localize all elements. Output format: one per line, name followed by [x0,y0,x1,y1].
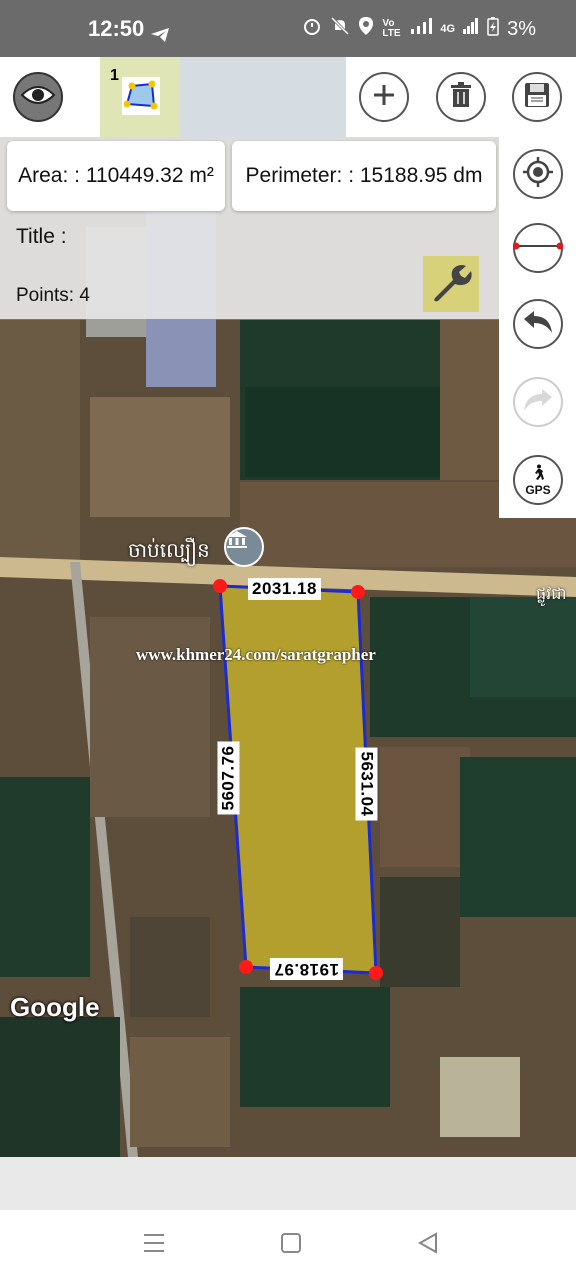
save-icon [524,82,550,113]
menu-nav-icon[interactable] [143,1232,165,1259]
landmark-pin-icon[interactable] [224,527,264,567]
add-icon [372,83,396,112]
wrench-icon [429,260,473,309]
title-field[interactable]: Title : [16,225,67,249]
redo-icon [522,387,554,418]
battery-icon [487,16,499,42]
gps-button[interactable]: GPS [513,455,563,505]
volte-icon: Vo LTE [382,18,401,39]
delete-button[interactable] [436,72,486,122]
save-button[interactable] [512,72,562,122]
settings-button[interactable] [423,256,479,312]
measurement-info-panel: Area: : 110449.32 m² Perimeter: : 15188.… [0,137,499,319]
road-name-label: ផ្លូវជា [536,586,567,603]
google-attribution: Google [10,992,100,1022]
points-count: Points: 4 [16,285,90,306]
vertex-marker [351,585,365,599]
system-nav-bar [0,1210,576,1280]
walking-person-icon [531,464,545,485]
perimeter-display: Perimeter: : 15188.95 dm [232,141,496,211]
place-name-label: ចាប់ល្បឿន [128,540,210,562]
home-nav-icon[interactable] [280,1232,302,1259]
vertex-marker [239,960,253,974]
undo-icon [522,309,554,340]
gps-label: GPS [525,482,551,497]
location-icon [358,16,374,42]
watermark-text: www.khmer24.com/saratgrapher [136,645,376,664]
battery-percent: 3% [507,17,536,40]
area-display: Area: : 110449.32 m² [7,141,225,211]
signal-icon-2 [463,17,479,41]
vertex-marker [213,579,227,593]
trash-icon [450,81,472,113]
edge-length-top: 2031.18 [248,578,321,600]
map-tools-panel: GPS [499,137,576,518]
signal-icon [410,17,433,41]
eye-icon [20,84,56,111]
alarm-icon [302,16,322,42]
top-toolbar: 1 [0,57,576,137]
edge-length-right: 5631.04 [355,747,378,821]
my-location-button[interactable] [513,149,563,199]
locate-icon [522,156,554,193]
shape-tab-strip[interactable] [180,57,346,137]
visibility-button[interactable] [13,72,63,122]
edge-length-bottom: 1918.97 [270,958,343,980]
undo-button[interactable] [513,299,563,349]
mute-icon [330,16,350,42]
status-icons: Vo LTE 4G 3% [302,16,536,42]
network-type: 4G [440,23,456,35]
vertex-marker [369,966,383,980]
shape-tab-1[interactable]: 1 [100,57,180,137]
status-bar: 12:50 Vo LTE 4G 3% [0,0,576,57]
back-nav-icon[interactable] [417,1232,439,1259]
redo-button[interactable] [513,377,563,427]
measure-line-icon [512,239,564,257]
app-screen: ចាប់ល្បឿន ផ្លូវជា 2031.18 5631.04 1918.9… [0,0,576,1280]
polygon-icon [122,77,160,115]
shape-tab-number: 1 [110,67,119,84]
clock: 12:50 [88,16,145,41]
edge-length-left: 5607.76 [217,741,240,815]
measure-line-button[interactable] [512,223,564,273]
add-shape-button[interactable] [359,72,409,122]
telegram-icon [150,27,170,48]
